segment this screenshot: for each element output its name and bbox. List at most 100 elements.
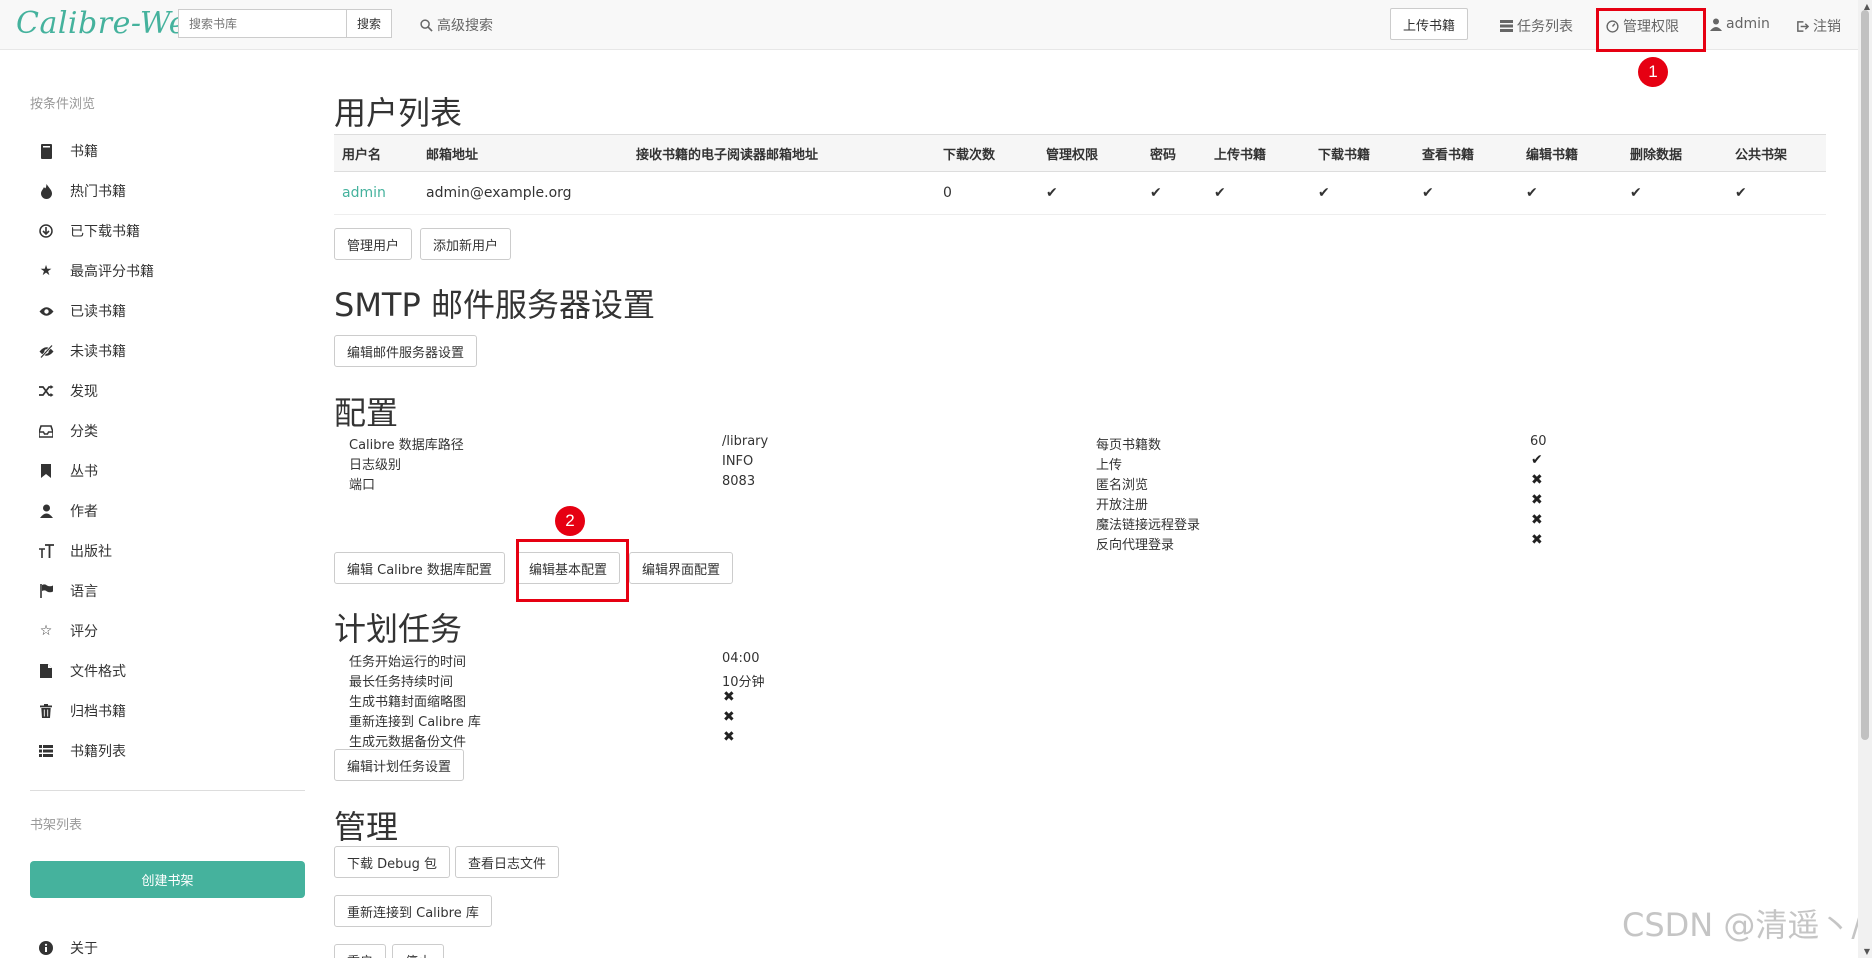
config-label: 端口 xyxy=(349,478,376,493)
schedule-label: 生成书籍封面缩略图 xyxy=(349,695,467,710)
file-icon xyxy=(38,663,54,679)
user-link[interactable]: admin xyxy=(1710,16,1770,32)
view-logs-button[interactable]: 查看日志文件 xyxy=(455,846,560,878)
users-table: 用户名 邮箱地址 接收书籍的电子阅读器邮箱地址 下载次数 管理权限 密码 上传书… xyxy=(334,134,1826,215)
sidebar-item-label: 热门书籍 xyxy=(70,184,126,200)
edit-calibre-db-button[interactable]: 编辑 Calibre 数据库配置 xyxy=(334,552,505,584)
annotation-badge-2: 2 xyxy=(555,506,585,536)
sidebar-item-discover[interactable]: 发现 xyxy=(38,380,98,402)
sidebar-item-label: 作者 xyxy=(70,504,98,520)
column-header: 编辑书籍 xyxy=(1518,134,1622,172)
restart-button[interactable]: 重启 xyxy=(334,944,387,958)
advanced-search-link[interactable]: 高级搜索 xyxy=(420,15,493,35)
sidebar-divider xyxy=(30,790,305,791)
config-label: 每页书籍数 xyxy=(1096,438,1162,453)
edit-schedule-button[interactable]: 编辑计划任务设置 xyxy=(334,749,465,781)
sidebar-item-label: 出版社 xyxy=(70,544,112,560)
user-link-admin[interactable]: admin xyxy=(342,185,386,201)
logout-link[interactable]: 注销 xyxy=(1796,16,1841,36)
column-header: 密码 xyxy=(1142,134,1206,172)
sidebar-item-authors[interactable]: 作者 xyxy=(38,500,98,522)
sidebar-item-languages[interactable]: 语言 xyxy=(38,580,98,602)
sidebar-item-top-rated[interactable]: ★ 最高评分书籍 xyxy=(38,260,154,282)
check-icon: ✔ xyxy=(1038,171,1142,215)
column-header: 管理权限 xyxy=(1038,134,1142,172)
scroll-down-arrow-icon[interactable]: ▼ xyxy=(1864,947,1870,956)
user-label: admin xyxy=(1726,16,1770,32)
schedule-label: 任务开始运行的时间 xyxy=(349,655,467,670)
check-icon: ✔ xyxy=(1622,171,1727,215)
config-value: 60 xyxy=(1530,434,1547,449)
sidebar-item-books[interactable]: 书籍 xyxy=(38,140,98,162)
tasks-label: 任务列表 xyxy=(1517,19,1573,35)
info-icon xyxy=(38,940,54,956)
sidebar-item-label: 最高评分书籍 xyxy=(70,264,154,280)
sidebar-item-ratings[interactable]: ☆ 评分 xyxy=(38,620,98,642)
config-value: INFO xyxy=(722,454,754,469)
sidebar-item-hot[interactable]: 热门书籍 xyxy=(38,180,126,202)
cross-icon: ✖ xyxy=(723,689,735,705)
star-icon: ★ xyxy=(39,263,53,279)
sidebar-item-series[interactable]: 丛书 xyxy=(38,460,98,482)
cross-icon: ✖ xyxy=(723,709,735,725)
sidebar-item-publishers[interactable]: 出版社 xyxy=(38,540,112,562)
watermark-text: CSDN @清遥丶/ xyxy=(1622,906,1863,944)
sidebar-item-label: 已下载书籍 xyxy=(70,224,140,240)
config-title: 配置 xyxy=(334,394,399,432)
vertical-scrollbar[interactable]: ▲ ▼ xyxy=(1858,0,1872,958)
cross-icon: ✖ xyxy=(1531,492,1543,508)
sidebar-item-formats[interactable]: 文件格式 xyxy=(38,660,126,682)
add-user-button[interactable]: 添加新用户 xyxy=(420,228,512,260)
reconnect-calibre-button[interactable]: 重新连接到 Calibre 库 xyxy=(334,895,492,927)
annotation-box-admin xyxy=(1596,8,1706,52)
config-label: 魔法链接远程登录 xyxy=(1096,518,1201,533)
sidebar-item-about[interactable]: 关于 xyxy=(38,937,98,958)
sidebar-item-downloaded[interactable]: 已下载书籍 xyxy=(38,220,140,242)
schedule-value: 04:00 xyxy=(722,651,760,666)
config-value: 8083 xyxy=(722,474,756,489)
schedule-title: 计划任务 xyxy=(334,610,463,648)
column-header: 下载书籍 xyxy=(1310,134,1414,172)
sidebar-item-label: 书籍列表 xyxy=(70,744,126,760)
user-name-cell[interactable]: admin xyxy=(334,171,418,215)
create-shelf-button[interactable]: 创建书架 xyxy=(30,861,305,898)
search-input[interactable] xyxy=(178,9,346,38)
book-icon xyxy=(38,143,54,159)
sidebar-item-book-list[interactable]: 书籍列表 xyxy=(38,740,126,762)
check-icon: ✔ xyxy=(1142,171,1206,215)
inbox-icon xyxy=(38,423,54,439)
sidebar-item-unread[interactable]: 未读书籍 xyxy=(38,340,126,362)
annotation-badge-1: 1 xyxy=(1638,57,1668,87)
browse-header: 按条件浏览 xyxy=(30,97,96,112)
check-icon: ✔ xyxy=(1414,171,1518,215)
config-label: 开放注册 xyxy=(1096,498,1149,513)
upload-book-button[interactable]: 上传书籍 xyxy=(1390,8,1469,40)
config-value: /library xyxy=(722,434,769,449)
sidebar-item-archived[interactable]: 归档书籍 xyxy=(38,700,126,722)
sidebar-item-read[interactable]: 已读书籍 xyxy=(38,300,126,322)
config-label: 反向代理登录 xyxy=(1096,538,1175,553)
edit-ui-config-button[interactable]: 编辑界面配置 xyxy=(629,552,734,584)
stop-button[interactable]: 停止 xyxy=(392,944,445,958)
user-icon xyxy=(1710,18,1722,31)
download-debug-button[interactable]: 下载 Debug 包 xyxy=(334,846,451,878)
search-button[interactable]: 搜索 xyxy=(346,9,392,38)
annotation-box-basic-config xyxy=(516,539,629,602)
users-title: 用户列表 xyxy=(334,94,463,132)
edit-smtp-button[interactable]: 编辑邮件服务器设置 xyxy=(334,335,478,367)
trash-icon xyxy=(38,703,54,719)
logout-label: 注销 xyxy=(1813,19,1841,35)
list-icon xyxy=(38,743,54,759)
scrollbar-thumb[interactable] xyxy=(1861,10,1869,740)
tasks-link[interactable]: 任务列表 xyxy=(1500,16,1573,36)
user-email-cell: admin@example.org xyxy=(418,171,628,215)
config-label: Calibre 数据库路径 xyxy=(349,438,464,453)
bookmark-icon xyxy=(38,463,54,479)
sidebar-item-label: 归档书籍 xyxy=(70,704,126,720)
column-header: 邮箱地址 xyxy=(418,134,628,172)
sidebar-item-label: 文件格式 xyxy=(70,664,126,680)
user-kindle-cell xyxy=(628,171,935,215)
manage-users-button[interactable]: 管理用户 xyxy=(334,228,413,260)
sidebar-item-categories[interactable]: 分类 xyxy=(38,420,98,442)
users-table-header: 用户名 邮箱地址 接收书籍的电子阅读器邮箱地址 下载次数 管理权限 密码 上传书… xyxy=(334,134,1826,172)
